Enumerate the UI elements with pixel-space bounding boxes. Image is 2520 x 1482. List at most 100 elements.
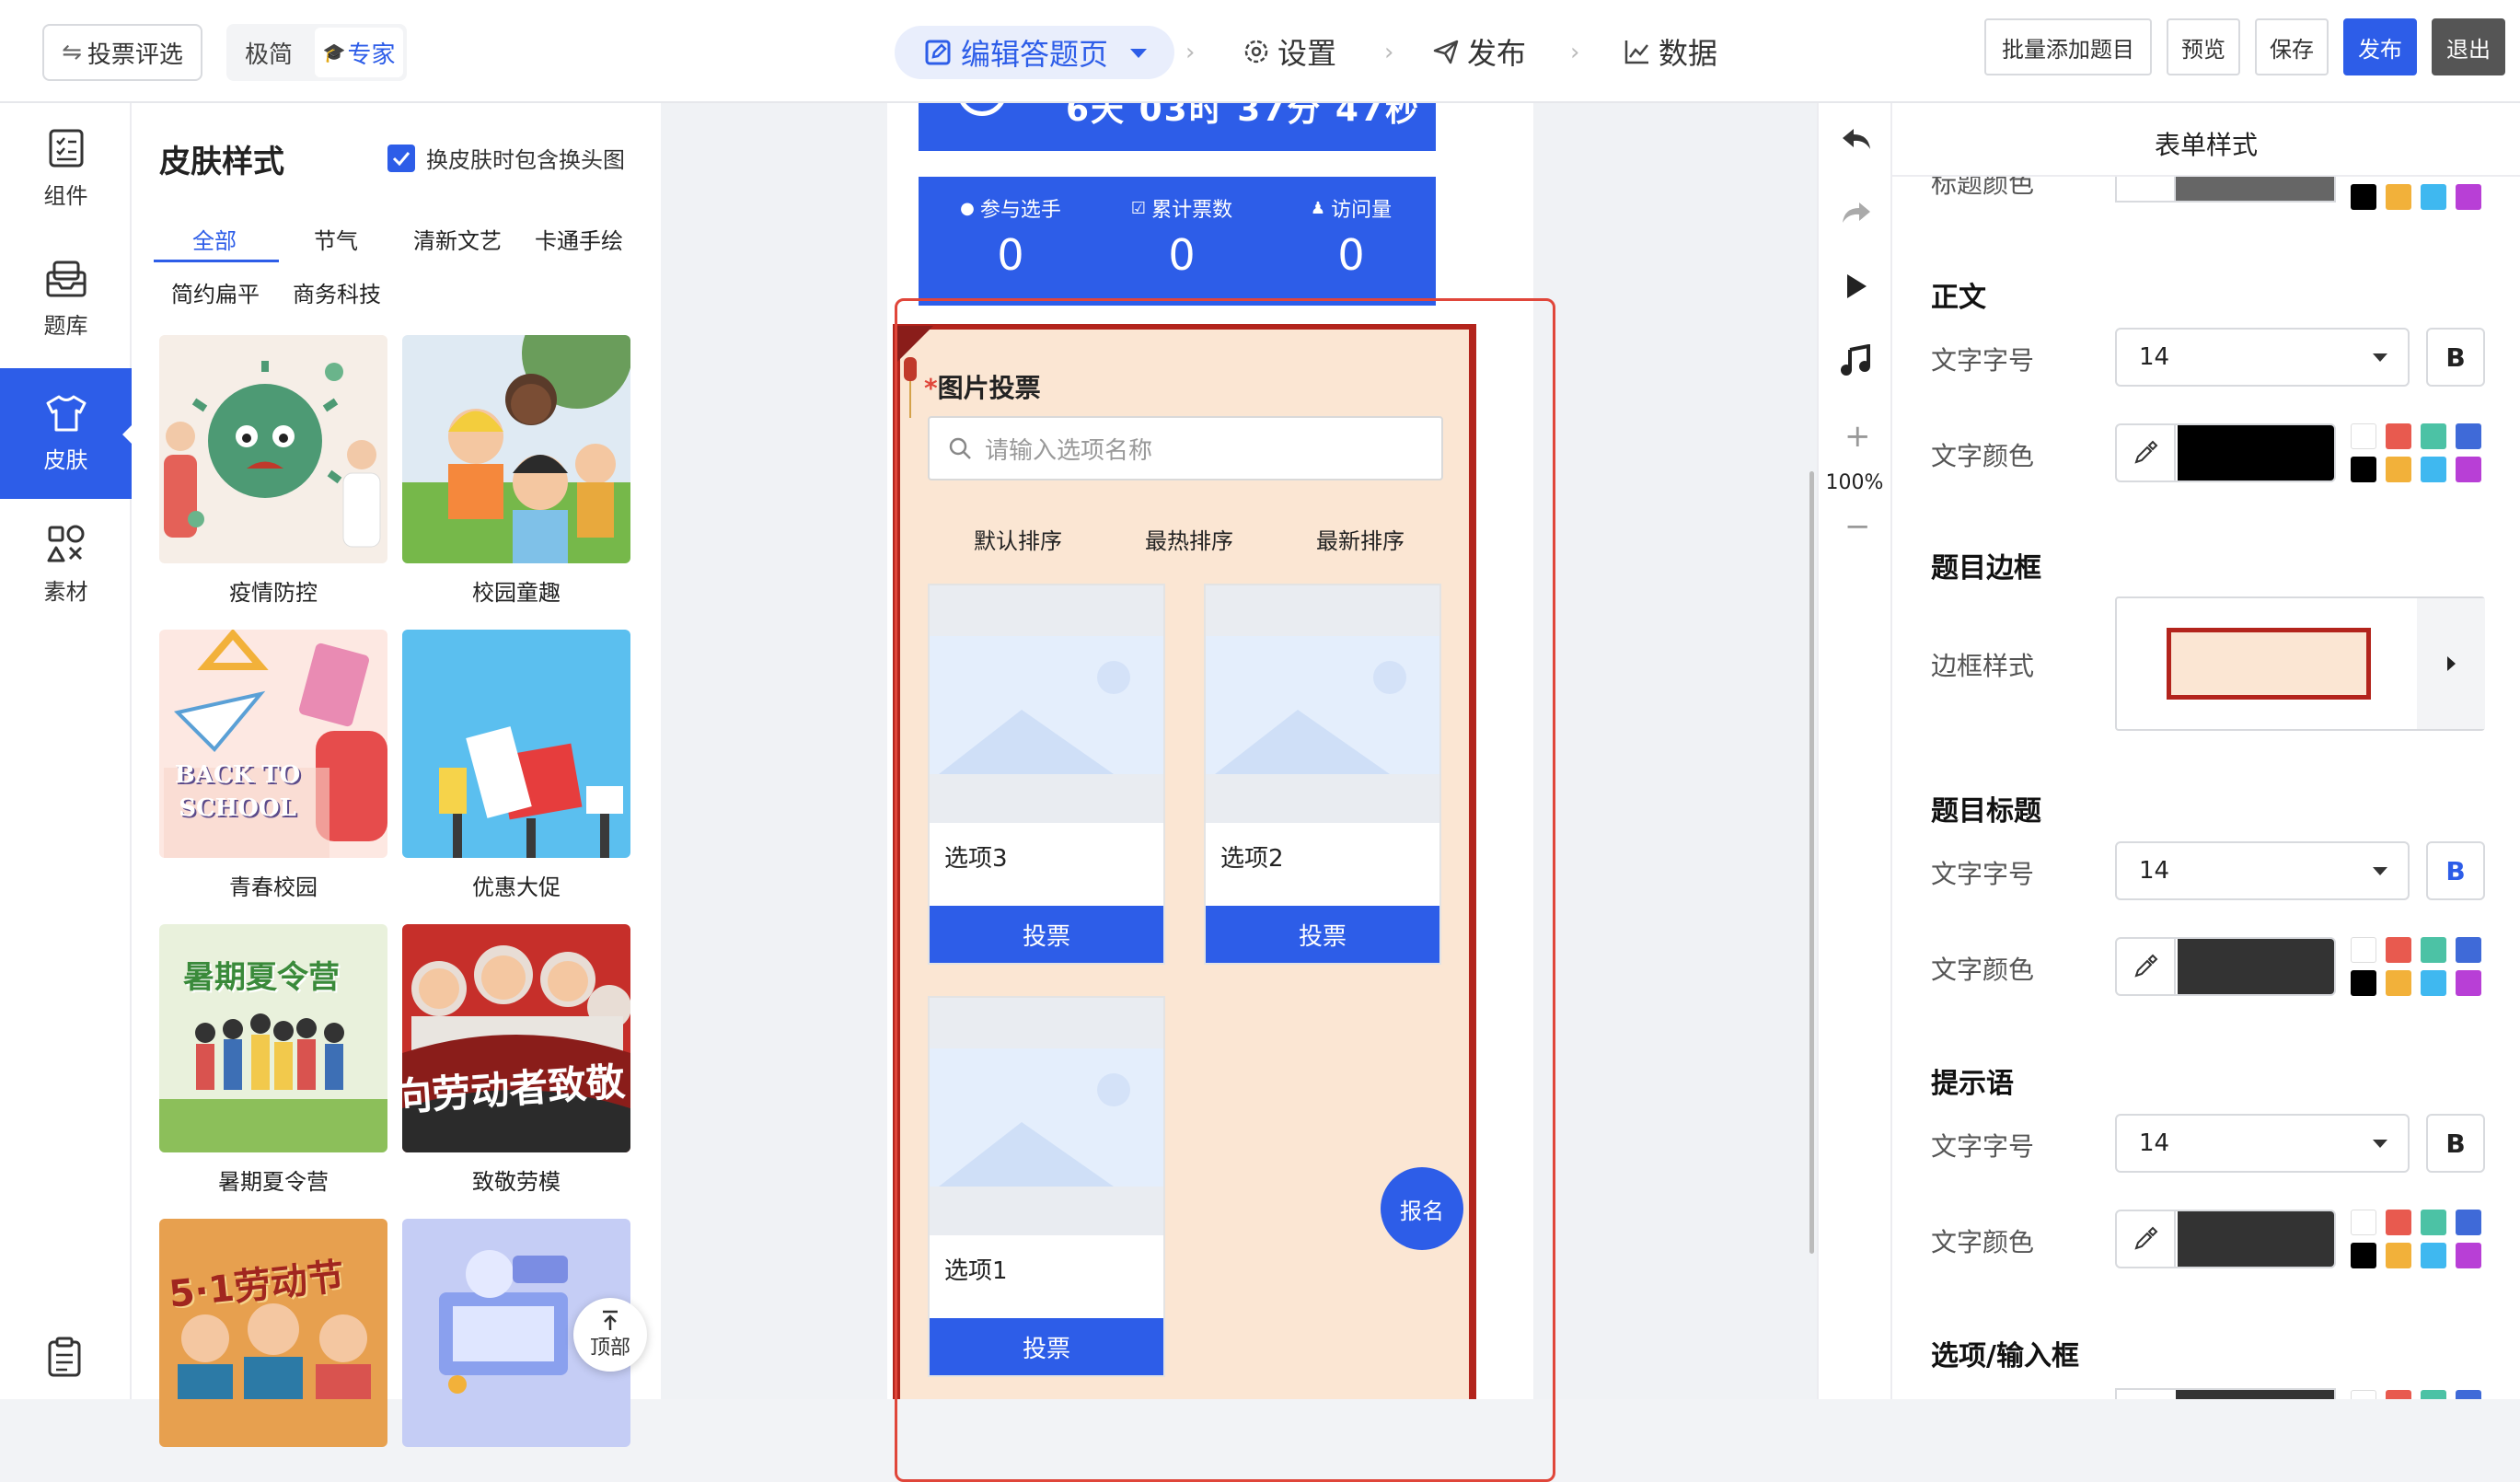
swatch[interactable] [2351, 1390, 2376, 1399]
save-button[interactable]: 保存 [2255, 18, 2329, 75]
tab-all[interactable]: 全部 [192, 223, 237, 255]
template-caption: 优惠大促 [472, 874, 561, 900]
hint-font-size-select[interactable]: 14 [2115, 1114, 2410, 1173]
title-color-picker-partial[interactable] [2115, 177, 2336, 203]
palette-swatch[interactable] [2351, 1210, 2376, 1235]
template-big-sale[interactable] [402, 630, 630, 858]
border-style-next[interactable] [2417, 598, 2485, 729]
qtitle-font-size-select[interactable]: 14 [2115, 841, 2410, 900]
tab-business[interactable]: 商务科技 [293, 276, 381, 308]
palette-swatch[interactable] [2386, 423, 2411, 449]
body-bold-toggle[interactable]: B [2426, 328, 2485, 387]
palette-swatch[interactable] [2456, 423, 2481, 449]
nav-edit-tab[interactable]: 编辑答题页 [895, 26, 1174, 79]
option-input-palette-partial[interactable] [2351, 1390, 2489, 1399]
palette-swatch[interactable] [2421, 457, 2446, 482]
palette-swatch[interactable] [2421, 970, 2446, 996]
template-campus-fun[interactable] [402, 335, 630, 563]
rail-item-materials[interactable]: 素材 [0, 499, 132, 630]
zoom-in-icon[interactable]: + [1844, 418, 1871, 455]
template-labor-day[interactable]: 5·1劳动节 [159, 1219, 387, 1447]
palette-swatch[interactable] [2421, 1210, 2446, 1235]
zoom-out-icon[interactable]: − [1844, 508, 1871, 545]
exit-button[interactable]: 退出 [2432, 18, 2505, 75]
nav-settings-tab[interactable]: 设置 [1243, 28, 1336, 75]
border-style-selector[interactable] [2115, 596, 2485, 731]
palette-swatch[interactable] [2386, 970, 2411, 996]
title-color-palette-partial[interactable] [2351, 184, 2489, 243]
arrow-up-icon [603, 1310, 618, 1330]
body-font-size-select[interactable]: 14 [2115, 328, 2410, 387]
nav-publish-tab[interactable]: 发布 [1432, 28, 1526, 75]
rail-item-library[interactable]: 题库 [0, 234, 132, 365]
template-summer-camp[interactable]: 暑期夏令营 [159, 924, 387, 1152]
inbox-icon [46, 261, 86, 296]
body-color-palette[interactable] [2351, 423, 2489, 482]
swatch[interactable] [2421, 1390, 2446, 1399]
palette-swatch[interactable] [2421, 937, 2446, 963]
clipboard-icon[interactable] [46, 1337, 83, 1377]
scrollbar[interactable] [1809, 471, 1814, 1254]
tab-cartoon[interactable]: 卡通手绘 [535, 223, 623, 255]
swatch[interactable] [2421, 184, 2446, 210]
tab-fresh-art[interactable]: 清新文艺 [413, 223, 502, 255]
mode-expert-button[interactable]: 🎓 专家 [315, 28, 403, 77]
palette-swatch[interactable] [2386, 1243, 2411, 1268]
hint-color-picker[interactable] [2115, 1210, 2336, 1268]
stats-panel: ● 参与选手 0 ☑ 累计票数 0 ♟ 访问量 0 [919, 177, 1436, 306]
rail-item-components[interactable]: 组件 [0, 103, 132, 234]
palette-swatch[interactable] [2421, 423, 2446, 449]
back-to-top-button[interactable]: 顶部 [573, 1298, 647, 1372]
back-button[interactable]: ⇋ 投票评选 [42, 24, 202, 81]
palette-swatch[interactable] [2456, 457, 2481, 482]
include-header-checkbox[interactable]: 换皮肤时包含换头图 [387, 142, 625, 174]
music-icon[interactable] [1841, 344, 1870, 376]
countdown-text: 6天 03时 37分 47秒 [1066, 103, 1420, 129]
palette-swatch[interactable] [2456, 1243, 2481, 1268]
swatch[interactable] [2386, 1390, 2411, 1399]
option-input-picker-partial[interactable] [2115, 1388, 2336, 1399]
qtitle-color-picker[interactable] [2115, 937, 2336, 996]
rail-item-skin[interactable]: 皮肤 [0, 368, 132, 499]
palette-swatch[interactable] [2421, 1243, 2446, 1268]
palette-swatch[interactable] [2351, 457, 2376, 482]
swatch[interactable] [2386, 184, 2411, 210]
qtitle-color-palette[interactable] [2351, 937, 2489, 996]
publish-button[interactable]: 发布 [2343, 18, 2417, 75]
batch-add-button[interactable]: 批量添加题目 [1984, 18, 2152, 75]
mode-simple-button[interactable]: 极简 [226, 24, 311, 81]
preview-button[interactable]: 预览 [2167, 18, 2240, 75]
palette-swatch[interactable] [2351, 423, 2376, 449]
hint-color-palette[interactable] [2351, 1210, 2489, 1268]
qtitle-bold-toggle[interactable]: B [2426, 841, 2485, 900]
palette-swatch[interactable] [2456, 1210, 2481, 1235]
tab-flat[interactable]: 简约扁平 [171, 276, 260, 308]
swatch[interactable] [2456, 184, 2481, 210]
palette-swatch[interactable] [2456, 970, 2481, 996]
palette-swatch[interactable] [2351, 970, 2376, 996]
palette-swatch[interactable] [2386, 1210, 2411, 1235]
swatch[interactable] [2456, 1390, 2481, 1399]
swatch[interactable] [2351, 184, 2376, 210]
hint-bold-toggle[interactable]: B [2426, 1114, 2485, 1173]
body-color-picker[interactable] [2115, 423, 2336, 482]
palette-swatch[interactable] [2456, 937, 2481, 963]
nav-data-tab[interactable]: 数据 [1624, 28, 1717, 75]
palette-swatch[interactable] [2351, 937, 2376, 963]
palette-swatch[interactable] [2386, 457, 2411, 482]
tab-solar-terms[interactable]: 节气 [314, 223, 358, 255]
users-icon: ♟ [1310, 198, 1326, 218]
redo-icon[interactable] [1841, 201, 1872, 226]
mode-switch: 极简 🎓 专家 [226, 24, 407, 81]
color-swatch-current [2178, 1211, 2334, 1267]
play-icon[interactable] [1844, 272, 1868, 300]
undo-icon[interactable] [1841, 127, 1872, 153]
section-border-title: 题目边框 [1931, 552, 2041, 585]
template-epidemic[interactable] [159, 335, 387, 563]
template-youth-campus[interactable]: BACK TO SCHOOL [159, 630, 387, 858]
template-model-worker[interactable]: 向劳动者致敬 [402, 924, 630, 1152]
swap-icon: ⇋ [62, 39, 82, 66]
palette-swatch[interactable] [2351, 1243, 2376, 1268]
caret-down-icon [2373, 1140, 2387, 1148]
palette-swatch[interactable] [2386, 937, 2411, 963]
